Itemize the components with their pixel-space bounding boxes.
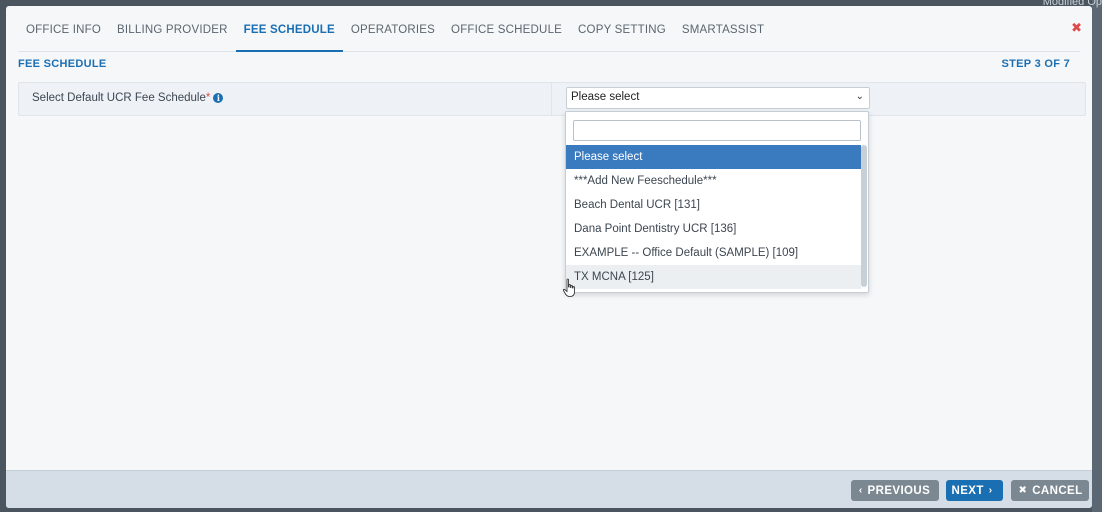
cancel-button[interactable]: ✖ CANCEL xyxy=(1011,480,1089,501)
tab-bar: OFFICE INFO BILLING PROVIDER FEE SCHEDUL… xyxy=(18,18,1080,52)
dropdown-options: Please select ***Add New Feeschedule*** … xyxy=(566,145,861,289)
fee-schedule-select[interactable]: Please select ⌄ xyxy=(566,87,870,109)
cancel-label: CANCEL xyxy=(1032,484,1083,497)
chevron-right-icon: › xyxy=(988,485,993,496)
dropdown-option-please-select[interactable]: Please select xyxy=(566,145,861,169)
chevron-down-icon: ⌄ xyxy=(855,91,864,102)
row-divider xyxy=(551,83,552,115)
tab-office-schedule[interactable]: OFFICE SCHEDULE xyxy=(443,18,570,52)
select-value: Please select xyxy=(571,91,640,103)
dropdown-option-example-default[interactable]: EXAMPLE -- Office Default (SAMPLE) [109] xyxy=(566,241,861,265)
dropdown-option-tx-mcna[interactable]: TX MCNA [125] xyxy=(566,265,861,289)
office-setup-modal: OFFICE INFO BILLING PROVIDER FEE SCHEDUL… xyxy=(6,6,1092,508)
step-indicator: STEP 3 OF 7 xyxy=(1001,58,1070,70)
dropdown-search-input[interactable] xyxy=(573,120,861,141)
close-icon[interactable]: ✖ xyxy=(1071,20,1082,36)
tab-copy-setting[interactable]: COPY SETTING xyxy=(570,18,674,52)
next-label: NEXT xyxy=(951,484,984,497)
dropdown-option-add-new[interactable]: ***Add New Feeschedule*** xyxy=(566,169,861,193)
tab-smartassist[interactable]: SMARTASSIST xyxy=(674,18,772,52)
tab-office-info[interactable]: OFFICE INFO xyxy=(18,18,109,52)
dropdown-scrollbar[interactable] xyxy=(861,145,867,287)
chevron-left-icon: ‹ xyxy=(858,485,863,496)
section-title: FEE SCHEDULE xyxy=(18,58,107,70)
tab-billing-provider[interactable]: BILLING PROVIDER xyxy=(109,18,236,52)
fee-schedule-label: Select Default UCR Fee Schedule xyxy=(32,92,206,104)
fee-schedule-row: Select Default UCR Fee Schedule* i Please… xyxy=(18,82,1086,116)
info-icon[interactable]: i xyxy=(213,93,224,103)
modal-footer: ‹ PREVIOUS NEXT › ✖ CANCEL xyxy=(6,470,1092,508)
next-button[interactable]: NEXT › xyxy=(946,480,1003,501)
hand-cursor-icon xyxy=(562,278,575,297)
fee-schedule-label-wrap: Select Default UCR Fee Schedule* i xyxy=(32,92,224,104)
tab-operatories[interactable]: OPERATORIES xyxy=(343,18,443,52)
dropdown-option-beach-dental[interactable]: Beach Dental UCR [131] xyxy=(566,193,861,217)
dropdown-scroll-thumb[interactable] xyxy=(861,145,867,287)
required-mark: * xyxy=(205,92,211,104)
previous-button[interactable]: ‹ PREVIOUS xyxy=(851,480,939,501)
backdrop-edge xyxy=(1092,0,1102,512)
fee-schedule-dropdown: Please select ***Add New Feeschedule*** … xyxy=(565,111,869,293)
dropdown-option-dana-point[interactable]: Dana Point Dentistry UCR [136] xyxy=(566,217,861,241)
previous-label: PREVIOUS xyxy=(867,484,931,497)
close-icon: ✖ xyxy=(1018,485,1028,496)
tab-fee-schedule[interactable]: FEE SCHEDULE xyxy=(235,18,343,52)
